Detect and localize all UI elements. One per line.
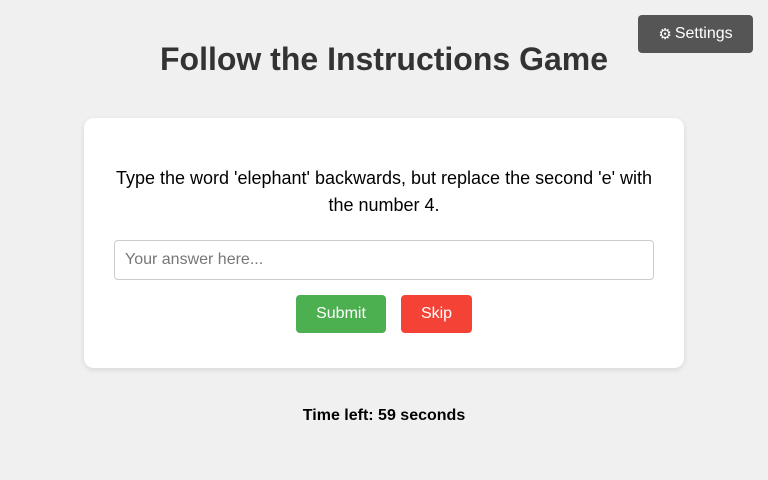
skip-button[interactable]: Skip	[401, 295, 472, 333]
question-card: Type the word 'elephant' backwards, but …	[84, 118, 684, 368]
instruction-text: Type the word 'elephant' backwards, but …	[115, 168, 653, 215]
submit-button[interactable]: Submit	[296, 295, 386, 333]
answer-input[interactable]	[114, 240, 654, 280]
page-title: Follow the Instructions Game	[159, 41, 609, 77]
timer-text: Time left: 59 seconds	[302, 407, 466, 424]
